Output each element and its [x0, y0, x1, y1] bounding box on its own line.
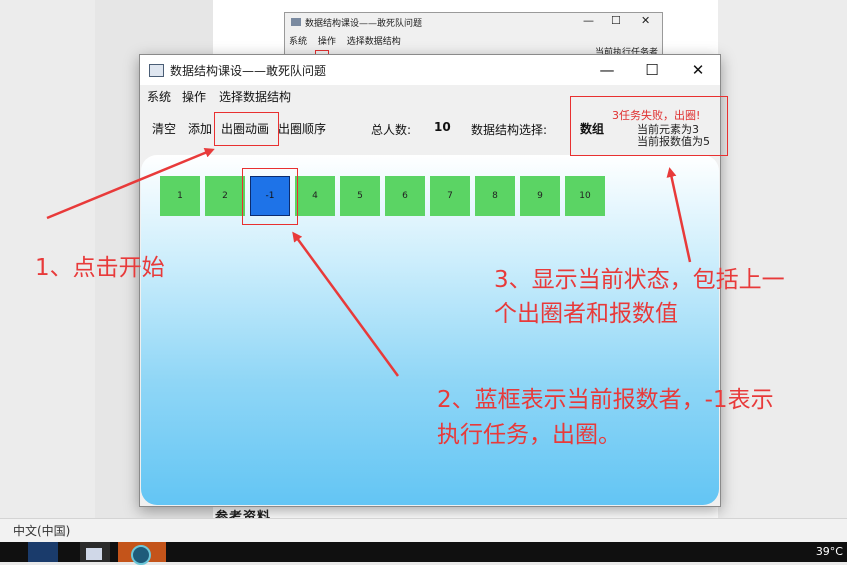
taskbar: 39°C — [0, 542, 847, 565]
annotation-step2-line2: 执行任务，出圈。 — [437, 422, 621, 448]
window-icon — [86, 548, 102, 560]
arrow-to-active-cell — [292, 231, 400, 377]
app-circle-icon — [131, 545, 151, 565]
active-taskbar-icon[interactable] — [118, 542, 166, 565]
temperature-readout: 39°C — [815, 545, 843, 558]
language-indicator[interactable]: 中文(中国) — [13, 522, 70, 539]
status-bar: 中文(中国) — [0, 518, 847, 543]
annotation-step3-line2: 个出圈者和报数值 — [494, 301, 678, 327]
annotation-step3-line1: 3、显示当前状态，包括上一 — [494, 267, 785, 293]
arrow-to-animate-button — [46, 148, 215, 220]
annotation-step1: 1、点击开始 — [35, 255, 165, 281]
word-taskbar-icon[interactable] — [28, 542, 58, 562]
app-taskbar-icon[interactable] — [80, 542, 110, 562]
arrow-to-status — [666, 167, 692, 263]
annotation-step2-line1: 2、蓝框表示当前报数者，-1表示 — [437, 387, 774, 413]
